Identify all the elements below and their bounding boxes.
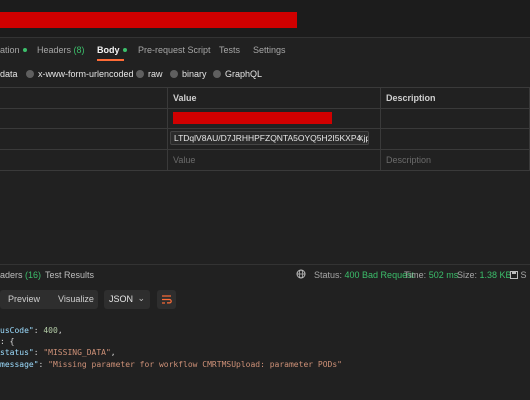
status-label: Status:: [314, 270, 343, 280]
time-value: 502 ms: [428, 270, 459, 280]
tab-prerequest[interactable]: Pre-request Script: [138, 45, 211, 55]
authorization-dot: [22, 48, 27, 52]
save-response-button[interactable]: S: [510, 270, 527, 280]
view-visualize[interactable]: Visualize: [50, 290, 102, 309]
table-row-divider: [0, 108, 530, 109]
code-line-2: : {: [0, 337, 15, 346]
size-label: Size:: [457, 270, 478, 280]
file-chip[interactable]: LTDqlV8AU/D7JRHHPFZQNTA5OYQ5H2I5KXP4.jpg…: [170, 131, 369, 145]
tab-body[interactable]: Body: [97, 45, 127, 55]
tab-headers-label: Headers: [37, 45, 72, 55]
tab-authorization-label: ation: [0, 45, 20, 55]
save-label: S: [520, 270, 527, 280]
code-key: message": [0, 360, 39, 369]
column-header-value: Value: [173, 93, 197, 103]
view-preview[interactable]: Preview: [0, 290, 48, 309]
code-line-1: usCode": 400,: [0, 326, 63, 335]
format-value: JSON: [109, 294, 134, 304]
tab-test-results[interactable]: Test Results: [45, 270, 94, 280]
tab-settings[interactable]: Settings: [253, 45, 286, 55]
code-value: "MISSING_DATA": [43, 348, 111, 357]
size-info: Size: 1.38 KB: [457, 270, 512, 280]
table-col-divider: [167, 87, 168, 170]
value-placeholder[interactable]: Value: [173, 155, 195, 165]
mode-form-data[interactable]: data: [0, 69, 18, 79]
value-redaction: [173, 112, 332, 124]
save-icon: [510, 271, 518, 279]
radio-icon: [170, 70, 178, 78]
response-headers-label: aders: [0, 270, 23, 280]
tab-headers-count: (8): [73, 45, 85, 55]
radio-icon: [136, 70, 144, 78]
code-value: 400: [43, 326, 58, 335]
mode-binary-label: binary: [182, 69, 207, 79]
tab-authorization[interactable]: ation: [0, 45, 27, 55]
wrap-lines-button[interactable]: [157, 290, 176, 309]
code-value: "Missing parameter for workflow CMRTMSUp…: [48, 360, 342, 369]
table-row-divider: [0, 128, 530, 129]
tab-tests[interactable]: Tests: [219, 45, 240, 55]
code-key: usCode": [0, 326, 34, 335]
column-header-description: Description: [386, 93, 436, 103]
code-line-3: status": "MISSING_DATA",: [0, 348, 116, 357]
description-placeholder[interactable]: Description: [386, 155, 431, 165]
mode-raw[interactable]: raw: [136, 69, 163, 79]
body-dot: [122, 48, 127, 52]
mode-binary[interactable]: binary: [170, 69, 207, 79]
format-select[interactable]: JSON ⌄: [104, 290, 150, 309]
tab-response-headers[interactable]: aders (16): [0, 270, 41, 280]
url-redaction: [0, 12, 297, 28]
table-border-top: [0, 87, 530, 88]
tab-headers[interactable]: Headers (8): [37, 45, 85, 55]
file-name: LTDqlV8AU/D7JRHHPFZQNTA5OYQ5H2I5KXP4.jpg: [174, 133, 369, 143]
mode-urlencoded-label: x-www-form-urlencoded: [38, 69, 134, 79]
size-value: 1.38 KB: [479, 270, 512, 280]
table-border-bottom: [0, 170, 530, 171]
mode-raw-label: raw: [148, 69, 163, 79]
code-line-4: message": "Missing parameter for workflo…: [0, 360, 342, 369]
code-key: status": [0, 348, 34, 357]
mode-graphql[interactable]: GraphQL: [213, 69, 262, 79]
response-headers-count: (16): [25, 270, 42, 280]
request-tabs: ation Headers (8) Body Pre-request Scrip…: [0, 39, 530, 63]
radio-icon: [26, 70, 34, 78]
globe-icon[interactable]: [296, 269, 306, 279]
table-row-divider: [0, 149, 530, 150]
close-icon[interactable]: ✕: [357, 133, 364, 144]
tab-body-label: Body: [97, 45, 120, 55]
time-label: Time:: [404, 270, 427, 280]
status-info: Status: 400 Bad Request: [314, 270, 414, 280]
radio-icon: [213, 70, 221, 78]
mode-urlencoded[interactable]: x-www-form-urlencoded: [26, 69, 134, 79]
active-tab-underline: [97, 59, 124, 61]
chevron-down-icon: ⌄: [137, 293, 145, 303]
wrap-icon: [162, 295, 172, 304]
time-info: Time: 502 ms: [404, 270, 458, 280]
table-col-divider: [380, 87, 381, 170]
mode-graphql-label: GraphQL: [225, 69, 263, 79]
